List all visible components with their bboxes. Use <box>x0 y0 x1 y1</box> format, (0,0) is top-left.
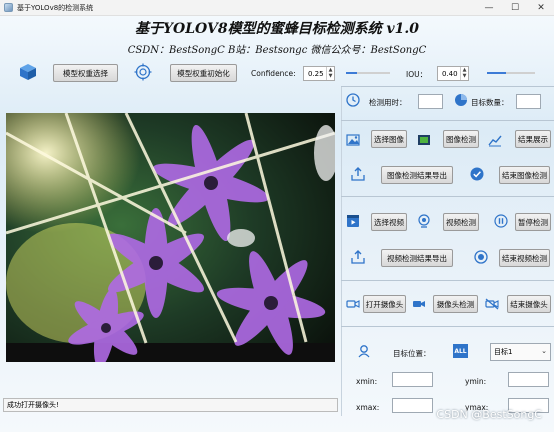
confidence-label: Confidence: <box>251 69 296 78</box>
ymin-label: ymin: <box>465 377 487 386</box>
iou-slider[interactable] <box>487 67 535 79</box>
pause-icon <box>494 214 508 228</box>
webcam-icon <box>418 214 430 228</box>
video-detect-button[interactable]: 视频检测 <box>443 213 479 231</box>
maximize-button[interactable]: ☐ <box>502 0 528 16</box>
xmax-label: xmax: <box>356 403 380 412</box>
select-image-button[interactable]: 选择图像 <box>371 130 407 148</box>
divider <box>341 86 554 87</box>
window-title: 基于YOLOv8的检测系统 <box>17 3 94 12</box>
confidence-value: 0.25 <box>308 69 324 78</box>
end-video-detect-button[interactable]: 结束视频检测 <box>499 249 550 267</box>
main-title: 基于YOLOV8模型的蜜蜂目标检测系统 v1.0 <box>135 21 419 37</box>
image-detect-button[interactable]: 图像检测 <box>443 130 479 148</box>
camera-off-icon <box>485 298 499 310</box>
open-camera-button[interactable]: 打开摄像头 <box>363 295 406 313</box>
all-badge: ALL <box>453 344 468 358</box>
image-detect-icon <box>418 135 430 145</box>
divider <box>341 280 554 281</box>
divider <box>341 120 554 121</box>
target-location-label: 目标位置： <box>393 349 431 358</box>
stop-icon <box>474 250 488 264</box>
count-field <box>516 94 541 109</box>
xmin-field <box>392 372 433 387</box>
target-select[interactable]: 目标1 ⌄ <box>490 343 551 361</box>
ymin-field <box>508 372 549 387</box>
cube-icon <box>20 64 36 80</box>
xmax-field <box>392 398 433 413</box>
camera-icon <box>413 301 425 307</box>
spin-arrows-icon[interactable]: ▲ ▼ <box>460 67 468 80</box>
image-icon <box>346 134 360 146</box>
camera-detect-button[interactable]: 摄像头检测 <box>433 295 478 313</box>
time-field <box>418 94 443 109</box>
slider-fill <box>346 72 357 74</box>
show-result-button[interactable]: 结果展示 <box>515 130 551 148</box>
iou-value: 0.40 <box>442 69 458 78</box>
sub-title: CSDN：BestSongC B站：Bestsongc 微信公众号：BestSo… <box>127 45 427 56</box>
close-camera-button[interactable]: 结束摄像头 <box>507 295 551 313</box>
slider-fill <box>487 72 507 74</box>
export-video-result-button[interactable]: 视频检测结果导出 <box>381 249 453 267</box>
video-file-icon <box>347 215 359 227</box>
divider <box>341 196 554 197</box>
upload-icon <box>351 250 365 264</box>
count-label: 目标数量： <box>471 98 509 107</box>
confidence-slider[interactable] <box>346 67 390 79</box>
app-window: 基于YOLOv8的检测系统 — ☐ ✕ 基于YOLOV8模型的蜜蜂目标检测系统 … <box>0 0 554 432</box>
pie-chart-icon <box>455 94 467 106</box>
window-controls: — ☐ ✕ <box>476 0 554 16</box>
export-image-result-button[interactable]: 图像检测结果导出 <box>381 166 453 184</box>
app-icon <box>4 3 13 12</box>
title-bar: 基于YOLOv8的检测系统 — ☐ ✕ <box>0 0 554 16</box>
end-image-detect-button[interactable]: 结束图像检测 <box>499 166 550 184</box>
spin-arrows-icon[interactable]: ▲ ▼ <box>326 67 334 80</box>
chevron-down-icon[interactable]: ⌄ <box>541 347 547 355</box>
watermark: CSDN @BestSongC <box>436 408 542 421</box>
upload-icon <box>351 167 365 181</box>
check-circle-icon <box>470 167 484 181</box>
time-label: 检测用时： <box>369 98 407 107</box>
clock-icon <box>346 93 360 107</box>
close-button[interactable]: ✕ <box>528 0 554 16</box>
target-select-value: 目标1 <box>494 348 513 356</box>
iou-label: IOU： <box>406 70 428 79</box>
all-badge-text: ALL <box>454 347 467 355</box>
camera-icon <box>346 300 360 308</box>
model-select-button[interactable]: 模型权重选择 <box>53 64 118 82</box>
person-pin-icon <box>358 345 370 358</box>
confidence-spinbox[interactable]: 0.25 ▲ ▼ <box>303 66 335 81</box>
detection-display <box>6 113 335 362</box>
divider <box>341 326 554 327</box>
line-chart-icon <box>488 135 502 147</box>
xmin-label: xmin: <box>356 377 378 386</box>
select-video-button[interactable]: 选择视频 <box>371 213 407 231</box>
model-init-button[interactable]: 模型权重初始化 <box>170 64 237 82</box>
target-icon <box>134 63 152 81</box>
minimize-button[interactable]: — <box>476 0 502 16</box>
status-message: 成功打开摄像头! <box>7 401 59 409</box>
iou-spinbox[interactable]: 0.40 ▲ ▼ <box>437 66 469 81</box>
status-bar: 成功打开摄像头! <box>3 398 338 412</box>
camera-frame-image <box>6 113 335 362</box>
pause-detect-button[interactable]: 暂停检测 <box>515 213 551 231</box>
